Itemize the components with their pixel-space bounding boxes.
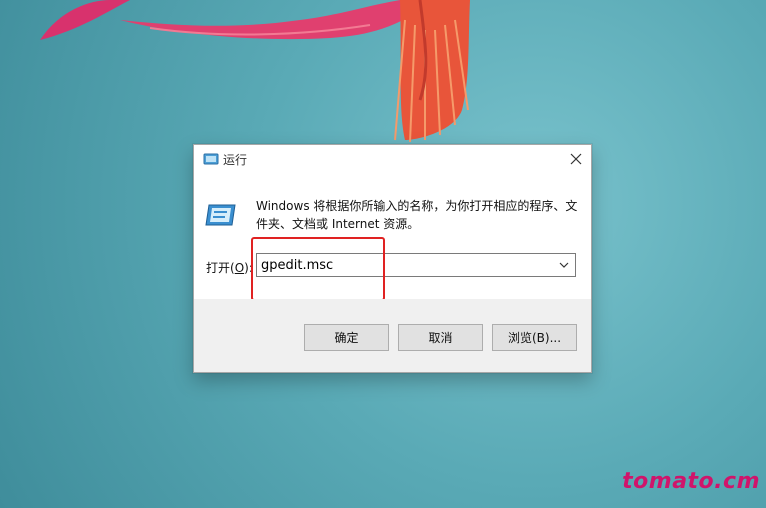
run-dialog: 运行 Windows 将根据你所输入的名称，为你打开相应的程序、文件夹、文档或 … — [193, 144, 592, 373]
browse-button[interactable]: 浏览(B)... — [492, 324, 577, 351]
dialog-title: 运行 — [223, 153, 248, 167]
watermark-text: tomato.cm — [622, 469, 760, 494]
dialog-titlebar[interactable]: 运行 — [194, 145, 591, 173]
run-title-icon — [203, 153, 219, 165]
cancel-button[interactable]: 取消 — [398, 324, 483, 351]
chevron-down-icon — [559, 262, 569, 268]
open-label-accel: O — [234, 261, 245, 275]
close-icon — [570, 153, 582, 165]
ok-button[interactable]: 确定 — [304, 324, 389, 351]
dialog-footer: 确定 取消 浏览(B)... — [194, 299, 591, 372]
close-button[interactable] — [561, 145, 591, 173]
dialog-description: Windows 将根据你所输入的名称，为你打开相应的程序、文件夹、文档或 Int… — [256, 199, 578, 231]
open-label: 打开(O): — [206, 259, 253, 276]
dropdown-toggle[interactable] — [553, 254, 575, 276]
open-label-prefix: 打开( — [206, 261, 235, 275]
run-app-icon — [205, 204, 236, 226]
red-highlight-box — [251, 237, 385, 301]
